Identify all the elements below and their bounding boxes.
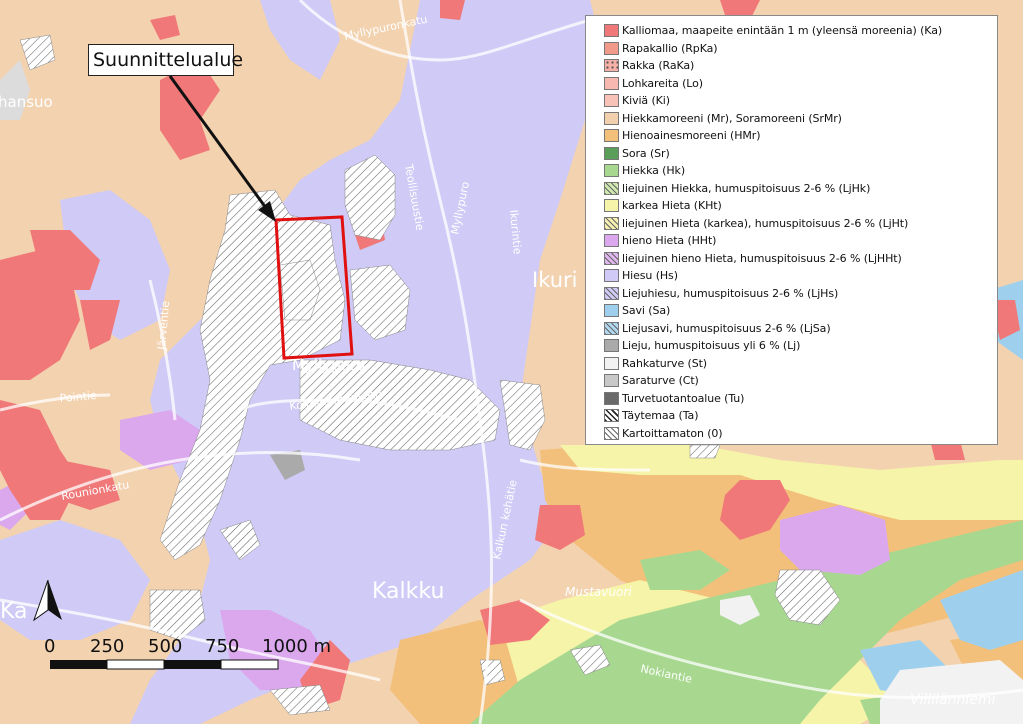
scale-segment xyxy=(106,659,165,670)
legend-item: Hiekka (Hk) xyxy=(604,162,997,180)
legend-swatch xyxy=(604,304,619,318)
planning-area-callout: Suunnittelualue xyxy=(88,44,243,76)
legend-label: Hienoainesmoreeni (HMr) xyxy=(622,129,761,143)
legend-item: Hienoainesmoreeni (HMr) xyxy=(604,127,997,145)
legend-label: Liejusavi, humuspitoisuus 2-6 % (LjSa) xyxy=(622,321,831,335)
north-arrow-icon-dark xyxy=(48,580,62,620)
legend-item: Saraturve (Ct) xyxy=(604,372,997,390)
scale-label-0: 0 xyxy=(44,636,55,657)
scale-segment xyxy=(220,659,279,670)
legend-swatch xyxy=(604,339,619,353)
legend-swatch xyxy=(604,146,619,160)
legend-label: Liejuhiesu, humuspitoisuus 2-6 % (LjHs) xyxy=(622,286,839,300)
legend-item: Rahkaturve (St) xyxy=(604,355,997,373)
legend-item: Savi (Sa) xyxy=(604,302,997,320)
legend-label: Kalliomaa, maapeite enintään 1 m (yleens… xyxy=(622,24,943,38)
planning-area-callout-label: Suunnittelualue xyxy=(93,49,244,71)
legend-item: Kalliomaa, maapeite enintään 1 m (yleens… xyxy=(604,22,997,40)
legend-label: Sora (Sr) xyxy=(622,146,670,160)
legend-label: Rapakallio (RpKa) xyxy=(622,41,718,55)
legend-swatch xyxy=(604,374,619,388)
legend-swatch xyxy=(604,426,619,440)
place-label-mustavuori: Mustavuori xyxy=(565,585,632,599)
scale-bar: 0 250 500 750 1000 m xyxy=(33,580,331,670)
legend-swatch xyxy=(604,286,619,300)
legend-label: Täytemaa (Ta) xyxy=(622,409,699,423)
scale-label-750: 750 xyxy=(205,636,239,657)
scale-label-1000: 1000 m xyxy=(262,636,331,657)
legend-item: Lohkareita (Lo) xyxy=(604,75,997,93)
legend-item: Liejusavi, humuspitoisuus 2-6 % (LjSa) xyxy=(604,320,997,338)
legend-label: Rakka (RaKa) xyxy=(622,59,695,73)
legend-panel: Kalliomaa, maapeite enintään 1 m (yleens… xyxy=(585,15,998,445)
legend-swatch xyxy=(604,251,619,265)
legend-swatch xyxy=(604,269,619,283)
legend-label: Rahkaturve (St) xyxy=(622,356,707,370)
legend-swatch xyxy=(604,24,619,38)
place-label-villilanniemi: Villilänniemi xyxy=(910,692,995,708)
legend-swatch xyxy=(604,234,619,248)
legend-label: Hiekkamoreeni (Mr), Soramoreeni (SrMr) xyxy=(622,111,842,125)
scale-segment xyxy=(50,660,107,669)
legend-label: Kartoittamaton (0) xyxy=(622,426,723,440)
legend-item: Sora (Sr) xyxy=(604,145,997,163)
legend-item: liejuinen hieno Hieta, humuspitoisuus 2-… xyxy=(604,250,997,268)
place-label-hansuo: hansuo xyxy=(0,93,53,111)
legend-item: hieno Hieta (HHt) xyxy=(604,232,997,250)
legend-swatch xyxy=(604,111,619,125)
legend-label: Hiekka (Hk) xyxy=(622,164,686,178)
legend-label: Hiesu (Hs) xyxy=(622,269,678,283)
legend-swatch xyxy=(604,391,619,405)
north-arrow-icon xyxy=(33,580,49,622)
legend-swatch xyxy=(604,409,619,423)
place-label-myllypuro: Myllypuro xyxy=(292,356,365,374)
legend-swatch xyxy=(604,321,619,335)
legend-item: Turvetuotantoalue (Tu) xyxy=(604,390,997,408)
legend-label: Turvetuotantoalue (Tu) xyxy=(622,391,745,405)
scale-label-250: 250 xyxy=(90,636,124,657)
legend-label: karkea Hieta (KHt) xyxy=(622,199,722,213)
legend-swatch xyxy=(604,164,619,178)
legend-swatch xyxy=(604,181,619,195)
legend-item: Rakka (RaKa) xyxy=(604,57,997,75)
legend-label: Lohkareita (Lo) xyxy=(622,76,703,90)
legend-label: Kiviä (Ki) xyxy=(622,94,670,108)
legend-label: liejuinen hieno Hieta, humuspitoisuus 2-… xyxy=(622,251,902,265)
legend-item: Kartoittamaton (0) xyxy=(604,425,997,443)
legend-item: Hiekkamoreeni (Mr), Soramoreeni (SrMr) xyxy=(604,110,997,128)
legend-item: Liejuhiesu, humuspitoisuus 2-6 % (LjHs) xyxy=(604,285,997,303)
legend-item: liejuinen Hiekka, humuspitoisuus 2-6 % (… xyxy=(604,180,997,198)
legend-item: Lieju, humuspitoisuus yli 6 % (Lj) xyxy=(604,337,997,355)
legend-item: karkea Hieta (KHt) xyxy=(604,197,997,215)
legend-label: liejuinen Hieta (karkea), humuspitoisuus… xyxy=(622,216,909,230)
legend-swatch xyxy=(604,59,619,73)
legend-swatch xyxy=(604,41,619,55)
scale-label-500: 500 xyxy=(148,636,182,657)
legend-swatch xyxy=(604,94,619,108)
legend-label: hieno Hieta (HHt) xyxy=(622,234,717,248)
legend-swatch xyxy=(604,129,619,143)
legend-swatch xyxy=(604,76,619,90)
legend-swatch xyxy=(604,216,619,230)
legend-item: Täytemaa (Ta) xyxy=(604,407,997,425)
place-label-ikuri: Ikuri xyxy=(532,268,578,292)
legend-label: Saraturve (Ct) xyxy=(622,374,699,388)
scale-segment xyxy=(164,660,221,669)
legend-swatch xyxy=(604,356,619,370)
legend-item: Rapakallio (RpKa) xyxy=(604,40,997,58)
legend-label: Savi (Sa) xyxy=(622,304,671,318)
legend-item: Kiviä (Ki) xyxy=(604,92,997,110)
legend-item: liejuinen Hieta (karkea), humuspitoisuus… xyxy=(604,215,997,233)
place-label-kalkku: Kalkku xyxy=(372,579,444,604)
place-label-ka: Ka xyxy=(0,599,28,624)
legend-label: liejuinen Hiekka, humuspitoisuus 2-6 % (… xyxy=(622,181,871,195)
legend-swatch xyxy=(604,199,619,213)
legend-label: Lieju, humuspitoisuus yli 6 % (Lj) xyxy=(622,339,801,353)
legend-item: Hiesu (Hs) xyxy=(604,267,997,285)
